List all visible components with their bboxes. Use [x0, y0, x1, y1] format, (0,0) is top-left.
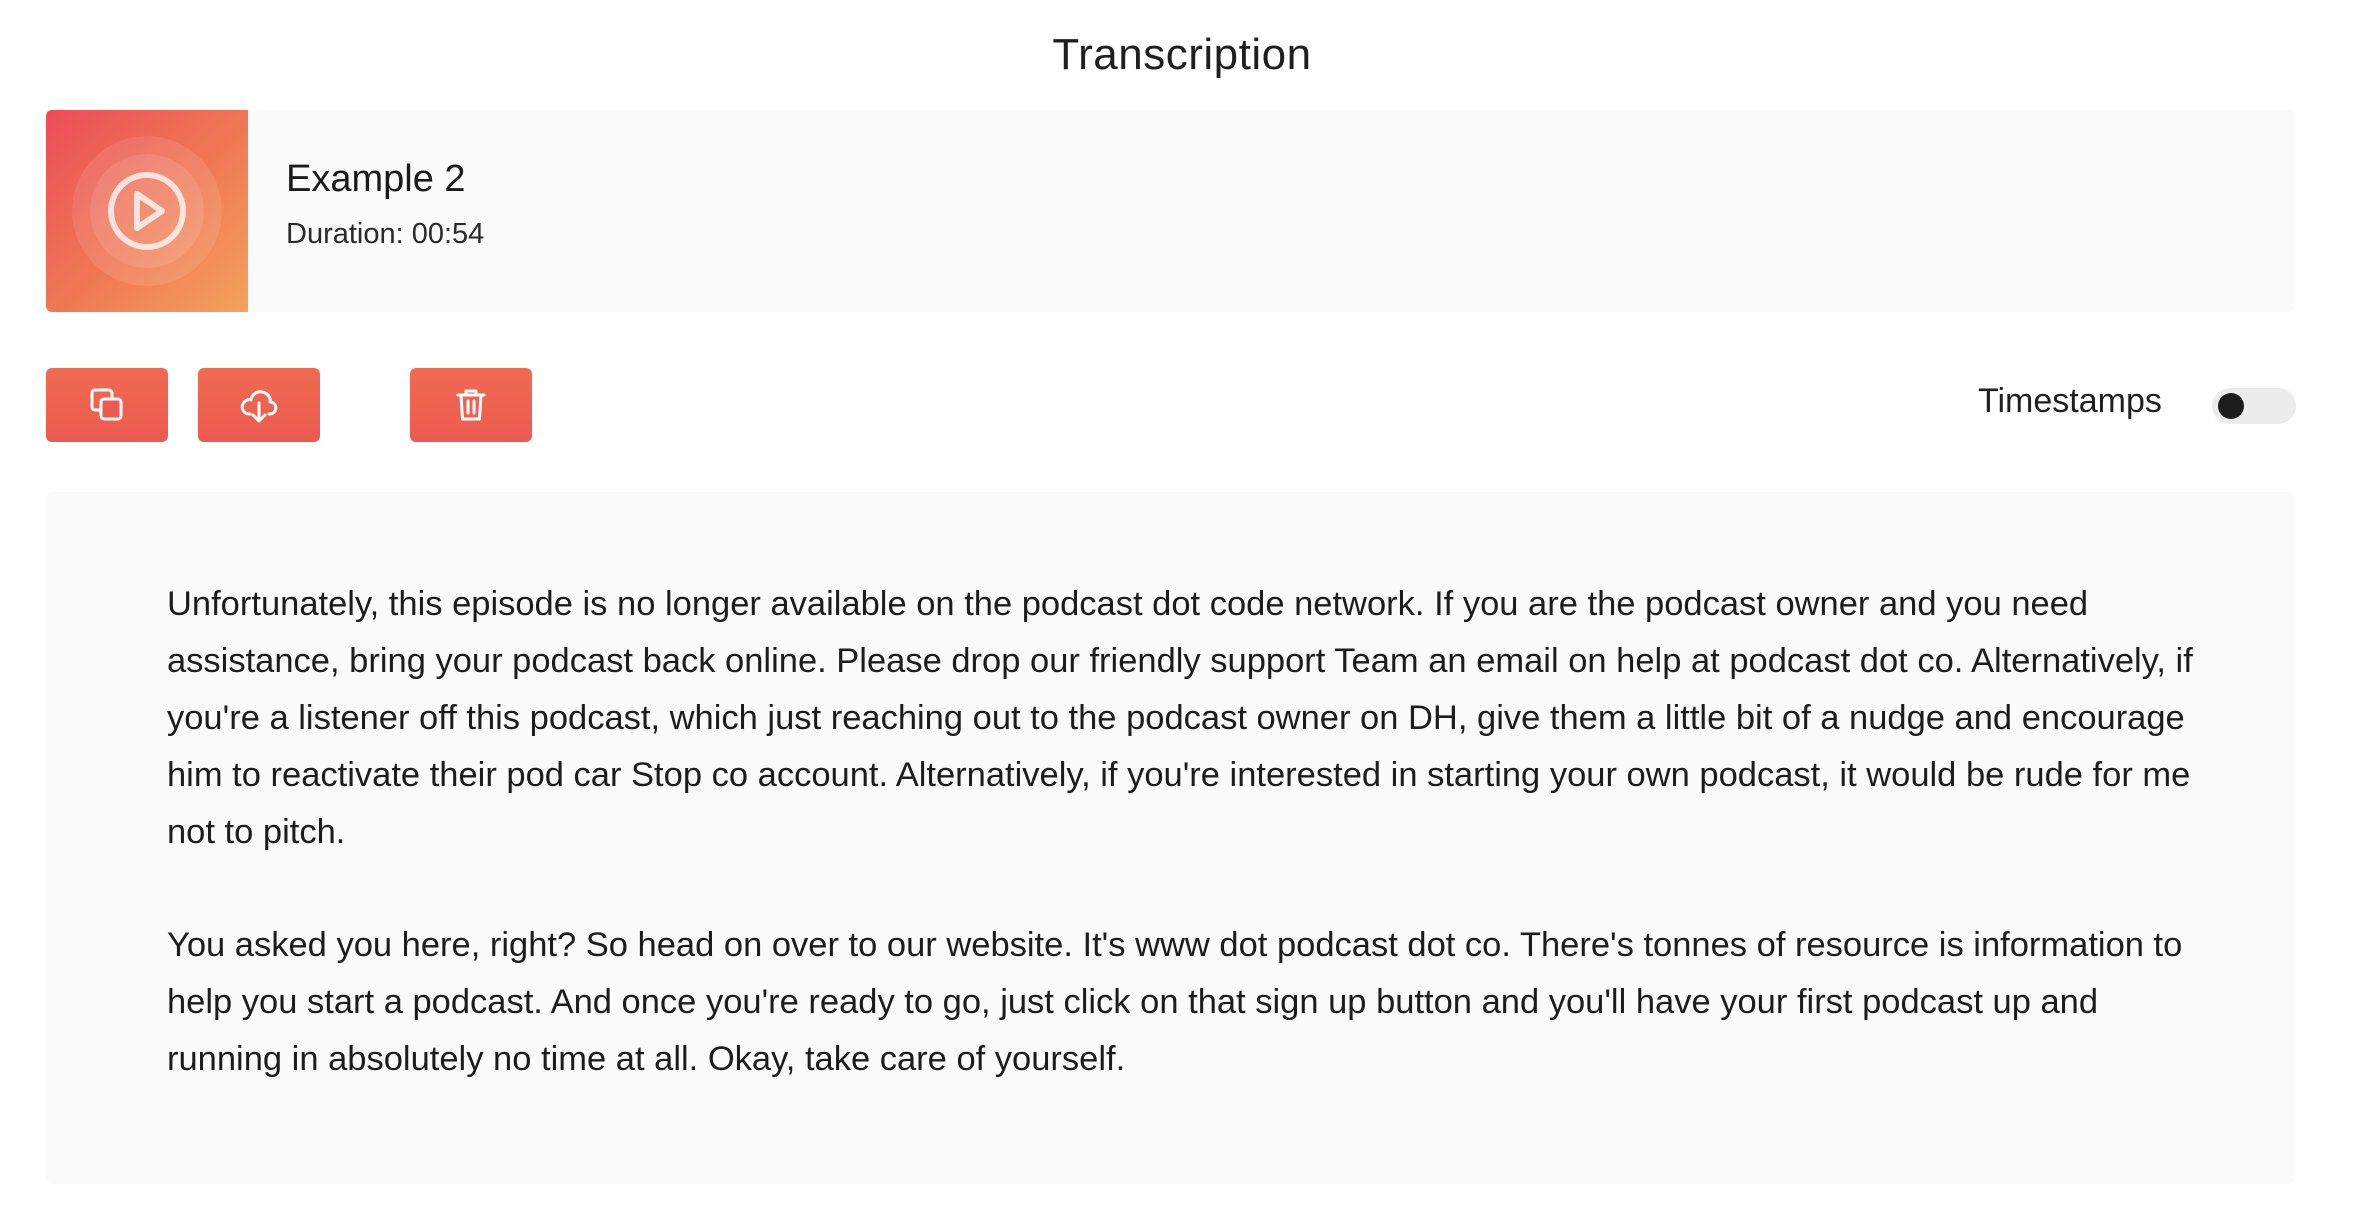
- media-thumbnail[interactable]: [46, 110, 248, 312]
- delete-button[interactable]: [410, 368, 532, 442]
- cloud-download-icon: [240, 390, 278, 423]
- timestamps-label: Timestamps: [1978, 382, 2162, 420]
- transcription-page: Transcription Example 2 Duration: 00:54: [0, 0, 2364, 1232]
- page-title: Transcription: [1052, 30, 1312, 79]
- copy-icon: [90, 388, 123, 421]
- play-circle-icon[interactable]: [90, 154, 204, 268]
- trash-icon: [456, 389, 486, 421]
- transcript-paragraph: You asked you here, right? So head on ov…: [167, 926, 2183, 1078]
- download-button[interactable]: [198, 368, 320, 442]
- copy-button[interactable]: [46, 368, 168, 442]
- transcript-paragraph: Unfortunately, this episode is no longer…: [167, 585, 2193, 851]
- transcript-panel: Unfortunately, this episode is no longer…: [46, 492, 2294, 1184]
- media-title: Example 2: [286, 158, 466, 200]
- timestamps-toggle[interactable]: [2212, 388, 2296, 424]
- toggle-knob: [2218, 393, 2244, 419]
- media-duration: Duration: 00:54: [286, 218, 485, 250]
- media-card: Example 2 Duration: 00:54: [46, 110, 2294, 312]
- transcript-text: Unfortunately, this episode is no longer…: [167, 576, 2207, 1144]
